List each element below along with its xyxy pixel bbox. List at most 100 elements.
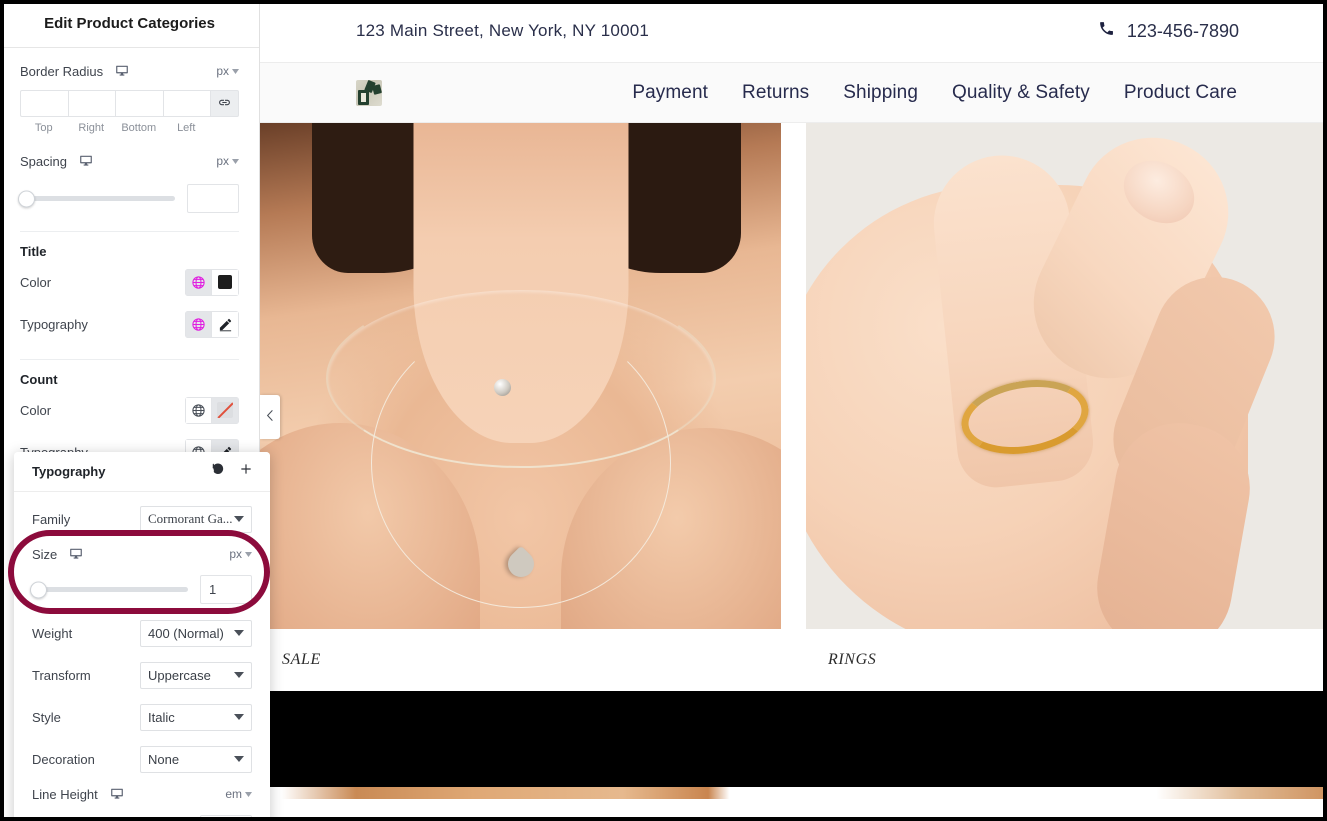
- necklace-on-neck-photo[interactable]: [260, 123, 781, 629]
- font-size-control: Size px: [30, 540, 252, 604]
- typography-add-button[interactable]: [234, 460, 258, 484]
- font-weight-row: Weight 400 (Normal): [32, 612, 252, 654]
- chevron-down-icon: [234, 630, 244, 636]
- no-color-icon: [217, 402, 233, 418]
- globe-icon: [191, 275, 206, 290]
- spacing-value-input[interactable]: [187, 184, 239, 213]
- nav-link-product-care[interactable]: Product Care: [1124, 82, 1237, 104]
- text-decoration-row: Decoration None: [32, 738, 252, 780]
- font-family-row: Family Cormorant Ga...: [32, 498, 252, 540]
- pencil-icon: [218, 317, 233, 332]
- typography-popover-header: Typography: [14, 452, 270, 492]
- border-radius-unit-select[interactable]: px: [216, 64, 239, 78]
- preview-next-section-strip: [260, 787, 1327, 799]
- product-categories-grid: SALE RINGS: [260, 123, 1327, 669]
- spacing-unit-select[interactable]: px: [216, 154, 239, 168]
- preview-topbar: 123 Main Street, New York, NY 10001 123-…: [260, 0, 1327, 63]
- font-style-select[interactable]: Italic: [140, 703, 252, 731]
- title-typography-edit-button[interactable]: [212, 310, 239, 338]
- font-family-label: Family: [32, 511, 71, 527]
- title-typography-label: Typography: [20, 316, 88, 332]
- text-decoration-value: None: [148, 751, 180, 767]
- desktop-icon[interactable]: [69, 547, 83, 561]
- count-color-label: Color: [20, 402, 52, 418]
- unit-label: px: [229, 547, 242, 561]
- typography-popover-title: Typography: [32, 464, 106, 479]
- font-size-slider-handle[interactable]: [30, 581, 47, 598]
- text-transform-select[interactable]: Uppercase: [140, 661, 252, 689]
- font-size-label: Size: [32, 546, 58, 562]
- title-typography-row: Typography: [20, 303, 239, 345]
- desktop-icon[interactable]: [115, 64, 129, 78]
- text-transform-label: Transform: [32, 667, 91, 683]
- panel-collapse-handle[interactable]: [260, 395, 280, 439]
- divider: [20, 231, 239, 232]
- section-title-count: Count: [20, 372, 58, 387]
- site-logo-icon[interactable]: [356, 79, 382, 106]
- category-card-sale[interactable]: SALE: [260, 123, 781, 669]
- title-color-swatch-button[interactable]: [212, 268, 239, 296]
- font-weight-select[interactable]: 400 (Normal): [140, 619, 252, 647]
- border-radius-bottom-label: Bottom: [121, 122, 157, 134]
- chevron-down-icon: [234, 516, 244, 522]
- chevron-down-icon: [232, 158, 239, 164]
- nav-link-shipping[interactable]: Shipping: [843, 82, 918, 104]
- phone-number: 123-456-7890: [1126, 20, 1239, 41]
- chevron-down-icon: [234, 672, 244, 678]
- title-color-row: Color: [20, 261, 239, 303]
- line-height-value-input[interactable]: [200, 815, 252, 821]
- nav-link-returns[interactable]: Returns: [742, 82, 809, 104]
- desktop-icon[interactable]: [110, 787, 124, 801]
- spacing-slider-handle[interactable]: [18, 190, 35, 207]
- link-values-toggle[interactable]: [210, 90, 239, 117]
- font-size-unit-select[interactable]: px: [229, 547, 252, 561]
- line-height-label: Line Height: [32, 786, 98, 802]
- line-height-unit-select[interactable]: em: [225, 787, 252, 801]
- line-height-control: Line Height em: [32, 780, 252, 821]
- desktop-icon[interactable]: [79, 154, 93, 168]
- count-color-global-button[interactable]: [185, 396, 212, 424]
- font-style-value: Italic: [148, 709, 175, 725]
- spacing-slider[interactable]: [18, 190, 175, 207]
- border-radius-right-input[interactable]: [67, 90, 115, 117]
- spacing-control: Spacing px: [18, 138, 239, 217]
- panel-title: Edit Product Categories: [0, 0, 259, 48]
- font-family-value: Cormorant Ga...: [148, 511, 233, 526]
- globe-icon: [191, 317, 206, 332]
- category-card-rings[interactable]: RINGS: [806, 123, 1327, 669]
- link-icon: [218, 96, 231, 112]
- chevron-down-icon: [234, 714, 244, 720]
- chevron-down-icon: [234, 756, 244, 762]
- border-radius-top-input[interactable]: [20, 90, 68, 117]
- font-family-select[interactable]: Cormorant Ga...: [140, 505, 252, 533]
- nav-link-payment[interactable]: Payment: [632, 82, 708, 104]
- font-size-value-input[interactable]: [200, 575, 252, 604]
- gold-ring-on-hand-photo[interactable]: [806, 123, 1327, 629]
- nav-link-quality-safety[interactable]: Quality & Safety: [952, 82, 1090, 104]
- font-weight-value: 400 (Normal): [148, 625, 224, 641]
- border-radius-bottom-input[interactable]: [115, 90, 163, 117]
- title-color-label: Color: [20, 274, 52, 290]
- border-radius-right-label: Right: [78, 122, 105, 134]
- unit-label: em: [225, 787, 242, 801]
- unit-label: px: [216, 154, 229, 168]
- text-decoration-label: Decoration: [32, 751, 95, 767]
- border-radius-left-label: Left: [177, 122, 196, 134]
- border-radius-left-input[interactable]: [162, 90, 210, 117]
- chevron-left-icon: [266, 408, 274, 426]
- nav-links: Payment Returns Shipping Quality & Safet…: [632, 82, 1237, 104]
- category-title: SALE: [282, 651, 321, 668]
- store-phone[interactable]: 123-456-7890: [1098, 20, 1239, 42]
- website-preview: 123 Main Street, New York, NY 10001 123-…: [260, 0, 1327, 821]
- border-radius-inputs: Top Right Bottom Left: [20, 90, 239, 134]
- text-decoration-select[interactable]: None: [140, 745, 252, 773]
- count-color-swatch-button[interactable]: [212, 396, 239, 424]
- typography-reset-button[interactable]: [206, 460, 230, 484]
- font-weight-label: Weight: [32, 625, 73, 641]
- typography-popover: Typography Family Cormorant Ga... Size p…: [14, 452, 270, 821]
- font-size-slider[interactable]: [30, 581, 188, 598]
- title-typography-global-button[interactable]: [185, 310, 212, 338]
- unit-label: px: [216, 64, 229, 78]
- title-color-global-button[interactable]: [185, 268, 212, 296]
- divider: [20, 359, 239, 360]
